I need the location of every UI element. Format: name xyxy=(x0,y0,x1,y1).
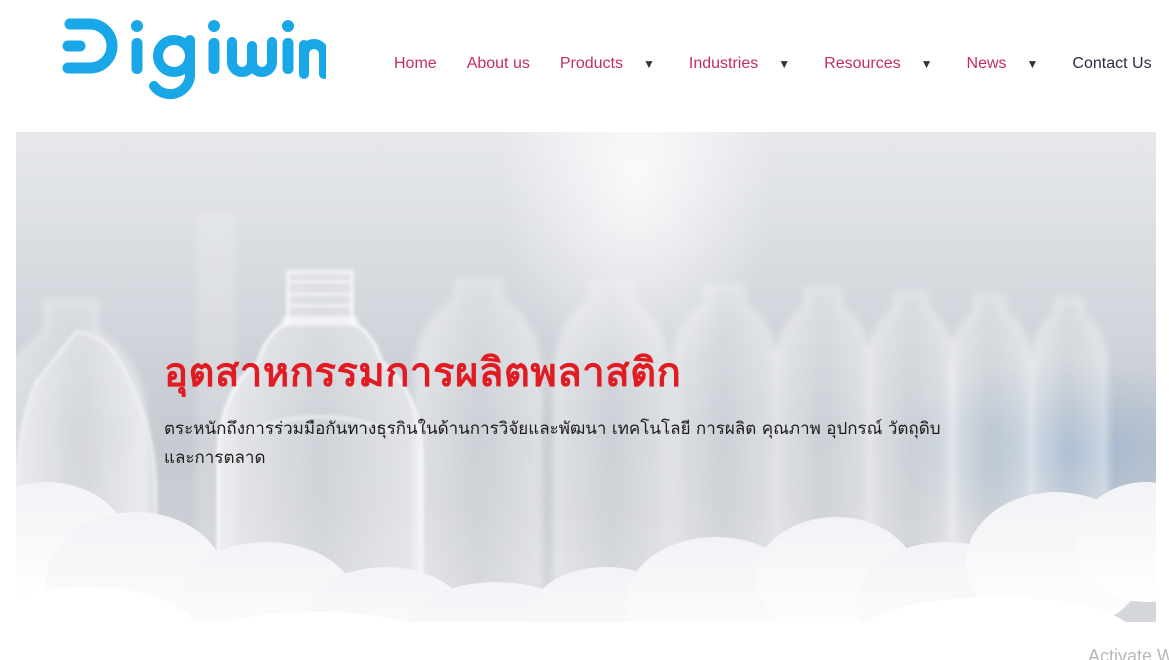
nav-resources-label: Resources xyxy=(824,55,901,72)
nav-industries[interactable]: Industries ▼ xyxy=(689,55,790,73)
nav-about-us-label: About us xyxy=(466,55,530,72)
chevron-down-icon[interactable]: ▼ xyxy=(921,57,933,71)
main-nav: Home About us Products ▼ Industries ▼ Re… xyxy=(380,50,1152,78)
site-header: Home About us Products ▼ Industries ▼ Re… xyxy=(0,0,1169,132)
digiwin-logo[interactable] xyxy=(62,18,326,102)
activate-windows-watermark: Activate W xyxy=(1088,646,1169,660)
clouds-decoration xyxy=(16,482,1156,660)
chevron-down-icon[interactable]: ▼ xyxy=(778,57,790,71)
digiwin-logo-mark xyxy=(62,18,326,100)
chevron-down-icon[interactable]: ▼ xyxy=(643,57,655,71)
chevron-down-icon[interactable]: ▼ xyxy=(1027,57,1039,71)
nav-products[interactable]: Products ▼ xyxy=(560,55,655,73)
nav-contact-us[interactable]: Contact Us xyxy=(1072,55,1151,73)
nav-home[interactable]: Home xyxy=(394,55,437,73)
hero-banner: อุตสาหกรรมการผลิตพลาสติก ตระหนักถึงการร่… xyxy=(16,132,1156,660)
nav-news-label: News xyxy=(966,55,1007,72)
nav-industries-label: Industries xyxy=(688,55,759,72)
nav-home-label: Home xyxy=(394,55,437,72)
nav-news[interactable]: News ▼ xyxy=(967,55,1039,73)
nav-about-us[interactable]: About us xyxy=(467,55,530,73)
nav-resources[interactable]: Resources ▼ xyxy=(824,55,932,73)
page: Home About us Products ▼ Industries ▼ Re… xyxy=(0,0,1169,660)
nav-products-label: Products xyxy=(559,55,623,72)
nav-contact-us-label: Contact Us xyxy=(1072,55,1152,72)
